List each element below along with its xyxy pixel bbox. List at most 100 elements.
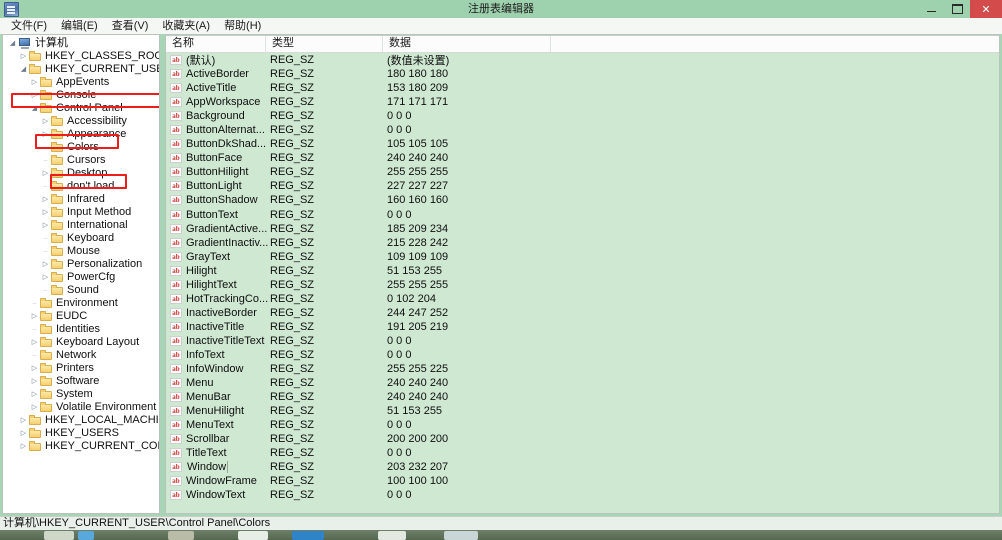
chevron-right-icon[interactable]: ▷ xyxy=(18,440,29,453)
tree-node-eudc[interactable]: ▷ EUDC xyxy=(3,310,159,323)
table-row[interactable]: ab MenuText REG_SZ 0 0 0 xyxy=(166,418,999,432)
chevron-down-icon[interactable]: ◢ xyxy=(7,37,18,50)
chevron-right-icon[interactable]: ▷ xyxy=(40,206,51,219)
chevron-right-icon[interactable]: ▷ xyxy=(18,50,29,63)
tree-node-powercfg[interactable]: ▷ PowerCfg xyxy=(3,271,159,284)
tree-node-hkey-classes-root[interactable]: ▷ HKEY_CLASSES_ROOT xyxy=(3,50,159,63)
tree-node-mouse[interactable]: – Mouse xyxy=(3,245,159,258)
table-row[interactable]: ab Menu REG_SZ 240 240 240 xyxy=(166,376,999,390)
taskbar-item-5[interactable] xyxy=(292,531,324,540)
registry-tree-panel[interactable]: ◢ 计算机 ▷ HKEY_CLASSES_ROOT ◢ HKEY_CURRENT_USER… xyxy=(2,34,160,514)
table-row[interactable]: ab WindowText REG_SZ 0 0 0 xyxy=(166,488,999,502)
table-row[interactable]: ab WindowFrame REG_SZ 100 100 100 xyxy=(166,474,999,488)
table-row[interactable]: ab ButtonShadow REG_SZ 160 160 160 xyxy=(166,193,999,207)
table-row[interactable]: ab GradientActive... REG_SZ 185 209 234 xyxy=(166,222,999,236)
taskbar[interactable] xyxy=(0,530,1002,540)
table-row[interactable]: ab ButtonAlternat... REG_SZ 0 0 0 xyxy=(166,123,999,137)
tree-node-international[interactable]: ▷ International xyxy=(3,219,159,232)
tree-node-network[interactable]: – Network xyxy=(3,349,159,362)
chevron-right-icon[interactable]: ▷ xyxy=(29,89,40,102)
menu-item-1[interactable]: 文件(F) xyxy=(4,18,54,34)
tree-node-hkey-users[interactable]: ▷ HKEY_USERS xyxy=(3,427,159,440)
tree-node-appearance[interactable]: ▷ Appearance xyxy=(3,128,159,141)
column-header-data[interactable]: 数据 xyxy=(383,35,551,52)
table-row[interactable]: ab InactiveBorder REG_SZ 244 247 252 xyxy=(166,306,999,320)
table-row[interactable]: ab Background REG_SZ 0 0 0 xyxy=(166,109,999,123)
table-row[interactable]: ab Hilight REG_SZ 51 153 255 xyxy=(166,264,999,278)
tree-node-volatile-environment[interactable]: ▷ Volatile Environment xyxy=(3,401,159,414)
tree-node-colors[interactable]: – Colors xyxy=(3,141,159,154)
table-row[interactable]: ab ButtonDkShad... REG_SZ 105 105 105 xyxy=(166,137,999,151)
chevron-right-icon[interactable]: ▷ xyxy=(29,336,40,349)
minimize-button[interactable] xyxy=(918,0,944,18)
close-button[interactable]: ✕ xyxy=(970,0,1002,18)
menu-item-2[interactable]: 编辑(E) xyxy=(54,18,105,34)
chevron-right-icon[interactable]: ▷ xyxy=(29,76,40,89)
chevron-right-icon[interactable]: ▷ xyxy=(40,271,51,284)
menu-item-3[interactable]: 查看(V) xyxy=(105,18,156,34)
table-row[interactable]: ab ButtonHilight REG_SZ 255 255 255 xyxy=(166,165,999,179)
tree-node-sound[interactable]: – Sound xyxy=(3,284,159,297)
tree-node-accessibility[interactable]: ▷ Accessibility xyxy=(3,115,159,128)
chevron-right-icon[interactable]: ▷ xyxy=(40,193,51,206)
tree-node-personalization[interactable]: ▷ Personalization xyxy=(3,258,159,271)
tree-node-cursors[interactable]: – Cursors xyxy=(3,154,159,167)
chevron-right-icon[interactable]: ▷ xyxy=(18,427,29,440)
tree-node-identities[interactable]: – Identities xyxy=(3,323,159,336)
chevron-right-icon[interactable]: ▷ xyxy=(29,388,40,401)
menu-item-4[interactable]: 收藏夹(A) xyxy=(155,18,217,34)
table-row[interactable]: ab (默认) REG_SZ (数值未设置) xyxy=(166,53,999,67)
maximize-button[interactable] xyxy=(944,0,970,18)
tree-node-keyboard[interactable]: – Keyboard xyxy=(3,232,159,245)
table-row[interactable]: ab InactiveTitle REG_SZ 191 205 219 xyxy=(166,320,999,334)
tree-node-control-panel[interactable]: ◢ Control Panel xyxy=(3,102,159,115)
tree-node-hkey-local-machine[interactable]: ▷ HKEY_LOCAL_MACHINE xyxy=(3,414,159,427)
table-row[interactable]: ab GrayText REG_SZ 109 109 109 xyxy=(166,250,999,264)
tree-node-input-method[interactable]: ▷ Input Method xyxy=(3,206,159,219)
chevron-right-icon[interactable]: ▷ xyxy=(40,219,51,232)
chevron-right-icon[interactable]: ▷ xyxy=(29,362,40,375)
tree-node-don-t-load[interactable]: – don't load xyxy=(3,180,159,193)
chevron-right-icon[interactable]: ▷ xyxy=(18,414,29,427)
table-row[interactable]: ab ButtonLight REG_SZ 227 227 227 xyxy=(166,179,999,193)
table-row[interactable]: ab Window REG_SZ 203 232 207 xyxy=(166,460,999,474)
tree-node-system[interactable]: ▷ System xyxy=(3,388,159,401)
tree-node-software[interactable]: ▷ Software xyxy=(3,375,159,388)
tree-node-infrared[interactable]: ▷ Infrared xyxy=(3,193,159,206)
chevron-right-icon[interactable]: ▷ xyxy=(29,375,40,388)
column-header-name[interactable]: 名称 xyxy=(166,35,266,52)
taskbar-item-6[interactable] xyxy=(378,531,406,540)
table-row[interactable]: ab InfoText REG_SZ 0 0 0 xyxy=(166,348,999,362)
menu-item-5[interactable]: 帮助(H) xyxy=(217,18,268,34)
table-row[interactable]: ab HotTrackingCo... REG_SZ 0 102 204 xyxy=(166,292,999,306)
table-row[interactable]: ab ButtonText REG_SZ 0 0 0 xyxy=(166,208,999,222)
tree-node-hkey-current-user[interactable]: ◢ HKEY_CURRENT_USER xyxy=(3,63,159,76)
chevron-right-icon[interactable]: ▷ xyxy=(29,310,40,323)
chevron-right-icon[interactable]: ▷ xyxy=(40,115,51,128)
table-row[interactable]: ab HilightText REG_SZ 255 255 255 xyxy=(166,278,999,292)
table-row[interactable]: ab ButtonFace REG_SZ 240 240 240 xyxy=(166,151,999,165)
tree-node-hkey-current-config[interactable]: ▷ HKEY_CURRENT_CONFIG xyxy=(3,440,159,453)
table-row[interactable]: ab Scrollbar REG_SZ 200 200 200 xyxy=(166,432,999,446)
registry-values-panel[interactable]: 名称 类型 数据 ab (默认) REG_SZ (数值未设置) ab ActiveBord… xyxy=(165,34,1000,514)
table-row[interactable]: ab InfoWindow REG_SZ 255 255 225 xyxy=(166,362,999,376)
taskbar-item-4[interactable] xyxy=(238,531,268,540)
chevron-down-icon[interactable]: ◢ xyxy=(18,63,29,76)
chevron-right-icon[interactable]: ▷ xyxy=(40,128,51,141)
taskbar-item-3[interactable] xyxy=(168,531,194,540)
taskbar-item-1[interactable] xyxy=(44,531,74,540)
table-row[interactable]: ab GradientInactiv... REG_SZ 215 228 242 xyxy=(166,236,999,250)
chevron-down-icon[interactable]: ◢ xyxy=(29,102,40,115)
tree-node-console[interactable]: ▷ Console xyxy=(3,89,159,102)
tree-node-keyboard-layout[interactable]: ▷ Keyboard Layout xyxy=(3,336,159,349)
table-row[interactable]: ab TitleText REG_SZ 0 0 0 xyxy=(166,446,999,460)
table-row[interactable]: ab ActiveTitle REG_SZ 153 180 209 xyxy=(166,81,999,95)
taskbar-item-7[interactable] xyxy=(444,531,478,540)
tree-node-printers[interactable]: ▷ Printers xyxy=(3,362,159,375)
table-row[interactable]: ab MenuHilight REG_SZ 51 153 255 xyxy=(166,404,999,418)
tree-node-desktop[interactable]: ▷ Desktop xyxy=(3,167,159,180)
tree-node-appevents[interactable]: ▷ AppEvents xyxy=(3,76,159,89)
table-row[interactable]: ab ActiveBorder REG_SZ 180 180 180 xyxy=(166,67,999,81)
taskbar-item-2[interactable] xyxy=(78,531,94,540)
tree-node-[interactable]: ◢ 计算机 xyxy=(3,37,159,50)
